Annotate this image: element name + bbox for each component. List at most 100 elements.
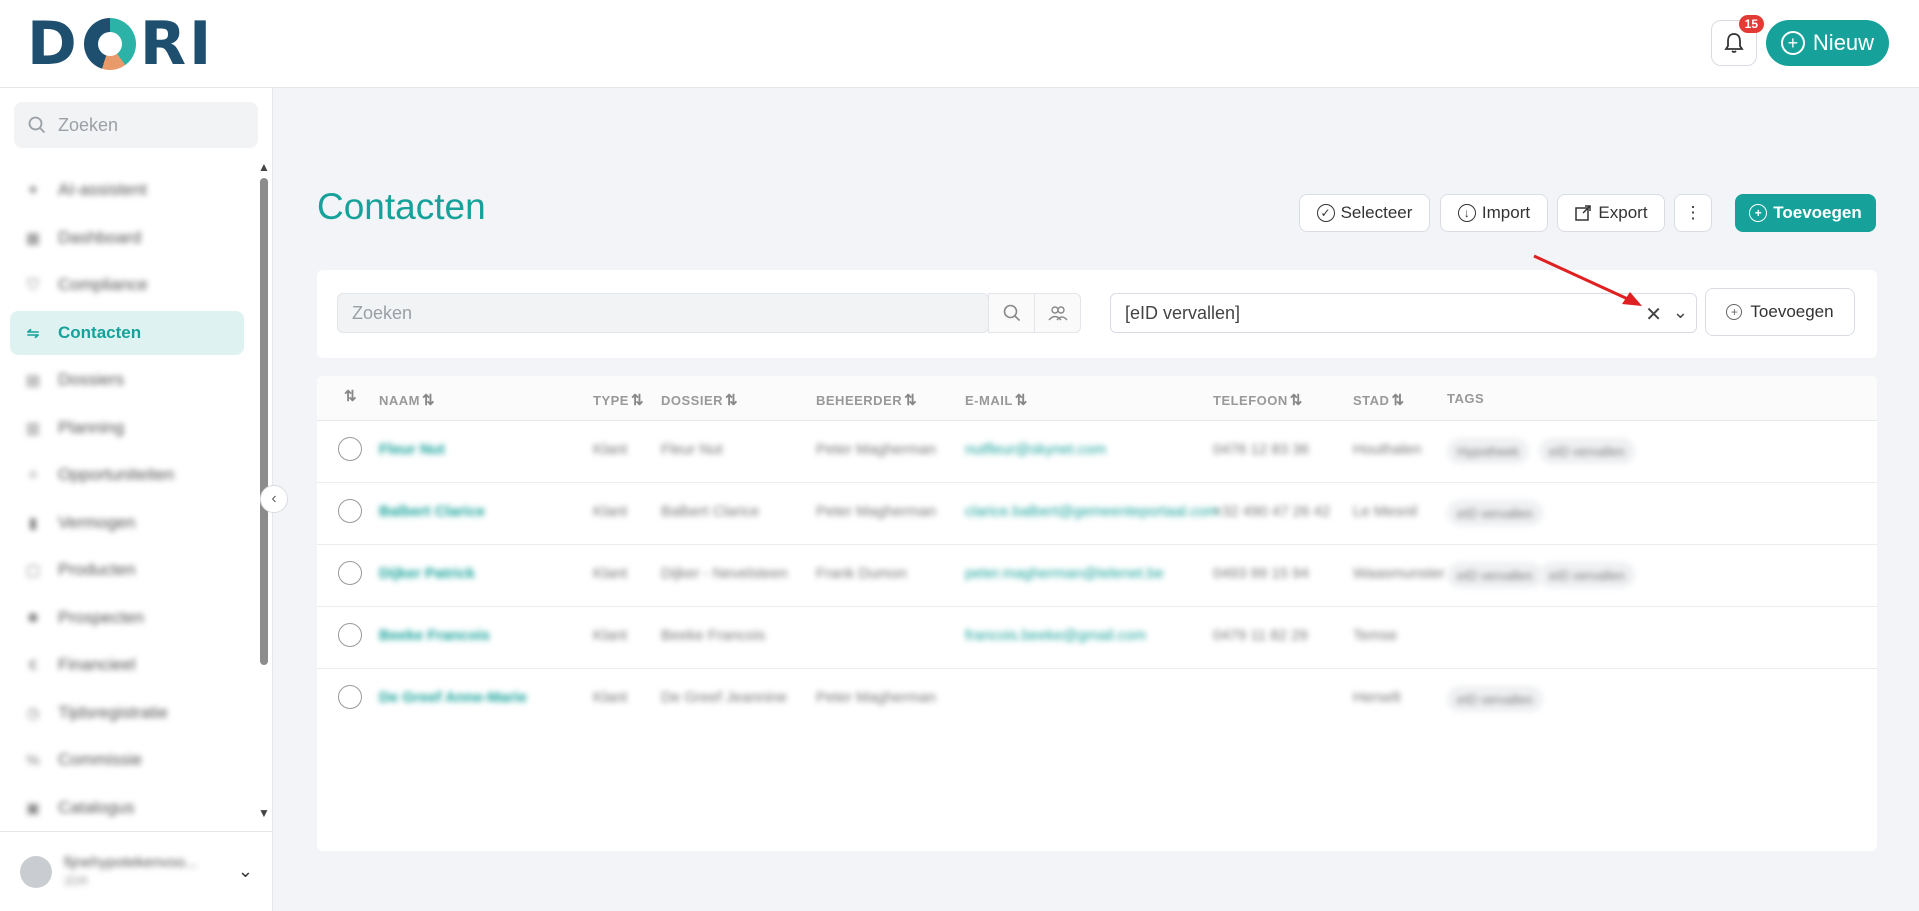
tag-badge: eID vervallen bbox=[1539, 562, 1635, 588]
sidebar-item-label: Producten bbox=[58, 560, 136, 579]
cell-dossier[interactable]: Beeke Francois bbox=[661, 627, 765, 644]
table-row[interactable]: De Greef Anne-Marie Klant De Greef Jeannin… bbox=[317, 669, 1877, 731]
sidebar-item-label: Dossiers bbox=[58, 370, 125, 389]
chevron-down-icon[interactable]: ⌄ bbox=[238, 861, 253, 882]
sidebar-item-producten[interactable]: ▢ Producten bbox=[10, 548, 244, 592]
sidebar-item-opportuniteiten[interactable]: ✧ Opportuniteiten bbox=[10, 453, 244, 497]
sidebar-item-contacten[interactable]: ⇋ Contacten bbox=[10, 310, 244, 355]
contacts-search-input[interactable]: Zoeken bbox=[337, 293, 989, 333]
cell-naam[interactable]: Beeke Francois bbox=[379, 627, 490, 644]
cell-stad: Waasmunster bbox=[1353, 565, 1445, 582]
column-header-type[interactable]: TYPE ⇅ bbox=[593, 391, 644, 409]
cell-type: Klant bbox=[593, 689, 628, 706]
contact-avatar-icon bbox=[338, 685, 362, 709]
sidebar: Zoeken ✦ AI-assistent ▦ Dashboard ⛉ Complianc… bbox=[0, 88, 273, 911]
sidebar-item-financieel[interactable]: € Financieel bbox=[10, 643, 244, 687]
scroll-thumb[interactable] bbox=[260, 178, 268, 665]
page-title: Contacten bbox=[317, 186, 486, 227]
notification-count-badge: 15 bbox=[1738, 15, 1764, 33]
cell-dossier[interactable]: Balbert Clarice bbox=[661, 503, 759, 520]
sidebar-item-ai-assistent[interactable]: ✦ AI-assistent bbox=[10, 168, 244, 212]
sidebar-search-input[interactable]: Zoeken bbox=[14, 102, 258, 148]
import-button[interactable]: ↓ Import bbox=[1440, 194, 1548, 232]
sidebar-item-label: Vermogen bbox=[58, 512, 136, 532]
cell-stad: Temse bbox=[1353, 627, 1398, 644]
add-contact-button[interactable]: + Toevoegen bbox=[1735, 194, 1876, 232]
table-row[interactable]: Dijker Patrick Klant Dijker - Nevelsteen Fr… bbox=[317, 545, 1877, 607]
box-icon: ▢ bbox=[25, 562, 41, 579]
sidebar-nav: ✦ AI-assistent ▦ Dashboard ⛉ Compliance ⇋ Conta… bbox=[10, 168, 244, 833]
bar-chart-icon: ▮ bbox=[28, 514, 38, 532]
sort-icon[interactable]: ⇅ bbox=[631, 392, 644, 409]
sidebar-item-catalogus[interactable]: ▣ Catalogus bbox=[10, 786, 244, 830]
column-header-beheerder[interactable]: BEHEERDER ⇅ bbox=[816, 391, 917, 409]
dori-logo[interactable]: D RI bbox=[27, 9, 214, 79]
cell-email[interactable]: francois.beeke@gmail.com bbox=[965, 627, 1146, 644]
cell-naam[interactable]: Fleur Nut bbox=[379, 441, 445, 458]
sort-icon[interactable]: ⇅ bbox=[1391, 392, 1404, 409]
users-icon bbox=[1047, 306, 1068, 321]
column-header-tags[interactable]: TAGS bbox=[1447, 391, 1484, 406]
export-button[interactable]: Export bbox=[1557, 194, 1665, 232]
notifications-button[interactable]: 15 bbox=[1711, 15, 1764, 66]
sidebar-item-label: AI-assistent bbox=[58, 180, 147, 199]
user-menu[interactable]: fijnehypotekenvoo... 2DR ⌄ bbox=[0, 831, 273, 911]
sidebar-item-label: Tijdsregistratie bbox=[58, 702, 168, 722]
contact-avatar-icon bbox=[338, 623, 362, 647]
sidebar-item-label: Planning bbox=[58, 417, 125, 437]
cell-dossier[interactable]: Fleur Nut bbox=[661, 441, 723, 458]
column-header-e-mail[interactable]: E-MAIL ⇅ bbox=[965, 391, 1028, 409]
cell-naam[interactable]: De Greef Anne-Marie bbox=[379, 689, 527, 706]
sidebar-item-dashboard[interactable]: ▦ Dashboard bbox=[10, 216, 244, 260]
sort-icon[interactable]: ⇅ bbox=[1015, 392, 1028, 409]
add-filter-button[interactable]: + Toevoegen bbox=[1705, 288, 1855, 336]
group-filter-button[interactable] bbox=[1034, 293, 1081, 333]
sort-icon[interactable]: ⇅ bbox=[422, 392, 435, 409]
sidebar-item-vermogen[interactable]: ▮ Vermogen bbox=[10, 501, 244, 545]
sidebar-item-compliance[interactable]: ⛉ Compliance bbox=[10, 263, 244, 307]
user-role: 2DR bbox=[64, 873, 89, 888]
sidebar-item-commissie[interactable]: % Commissie bbox=[10, 738, 244, 782]
scroll-down-icon[interactable]: ▼ bbox=[258, 806, 270, 820]
table-row[interactable]: Balbert Clarice Klant Balbert Clarice Peter… bbox=[317, 483, 1877, 545]
download-icon: ↓ bbox=[1457, 204, 1476, 222]
more-options-button[interactable]: ⋮ bbox=[1674, 194, 1712, 232]
collapse-sidebar-button[interactable]: ‹ bbox=[260, 485, 288, 513]
sidebar-item-prospecten[interactable]: ☻ Prospecten bbox=[10, 596, 244, 640]
new-button[interactable]: + Nieuw bbox=[1766, 20, 1889, 66]
chevron-down-icon[interactable]: ⌄ bbox=[1673, 302, 1688, 323]
cell-email[interactable]: peter.magherman@telenet.be bbox=[965, 565, 1164, 582]
column-header-telefoon[interactable]: TELEFOON ⇅ bbox=[1213, 391, 1303, 409]
cell-naam[interactable]: Balbert Clarice bbox=[379, 503, 485, 520]
column-header-dossier[interactable]: DOSSIER ⇅ bbox=[661, 391, 738, 409]
calendar-icon: ▥ bbox=[25, 419, 41, 437]
sort-icon[interactable]: ⇅ bbox=[1290, 392, 1303, 409]
top-bar: D RI 15 + Nieuw bbox=[0, 0, 1919, 88]
column-header-stad[interactable]: STAD ⇅ bbox=[1353, 391, 1405, 409]
table-row[interactable]: Fleur Nut Klant Fleur Nut Peter Magherman nu… bbox=[317, 421, 1877, 483]
search-button[interactable] bbox=[988, 293, 1035, 333]
cell-email[interactable]: clarice.balbert@gemeenteportaal.com bbox=[965, 503, 1219, 520]
sort-icon[interactable]: ⇅ bbox=[904, 392, 917, 409]
select-button[interactable]: ✓ Selecteer bbox=[1299, 194, 1430, 232]
table-row[interactable]: Beeke Francois Klant Beeke Francois francoi… bbox=[317, 607, 1877, 669]
tag-badge: Hypotheek bbox=[1447, 438, 1530, 464]
sidebar-item-tijdsregistratie[interactable]: ◷ Tijdsregistratie bbox=[10, 691, 244, 735]
column-header-naam[interactable]: NAAM ⇅ bbox=[379, 391, 435, 409]
contact-avatar-icon bbox=[338, 561, 362, 585]
cell-dossier[interactable]: De Greef Jeannine bbox=[661, 689, 787, 706]
scroll-up-icon[interactable]: ▲ bbox=[258, 160, 270, 174]
cell-email[interactable]: nutfleur@skynet.com bbox=[965, 441, 1106, 458]
table-header: ⇅ NAAM ⇅ TYPE ⇅ DOSSIER ⇅ BEHEERDER ⇅ E-MAIL ⇅ TEL… bbox=[317, 376, 1877, 421]
cell-telefoon: +32 490 47 26 42 bbox=[1213, 503, 1331, 520]
cell-dossier[interactable]: Dijker - Nevelsteen bbox=[661, 565, 788, 582]
sidebar-item-dossiers[interactable]: ▤ Dossiers bbox=[10, 358, 244, 402]
cell-naam[interactable]: Dijker Patrick bbox=[379, 565, 475, 582]
search-icon bbox=[1003, 304, 1020, 322]
sort-all-icon[interactable]: ⇅ bbox=[344, 387, 357, 405]
column-header-label: TELEFOON bbox=[1213, 393, 1288, 408]
sidebar-item-planning[interactable]: ▥ Planning bbox=[10, 406, 244, 450]
sort-icon[interactable]: ⇅ bbox=[725, 392, 738, 409]
column-header-label: TYPE bbox=[593, 393, 629, 408]
book-icon: ▣ bbox=[25, 799, 41, 817]
